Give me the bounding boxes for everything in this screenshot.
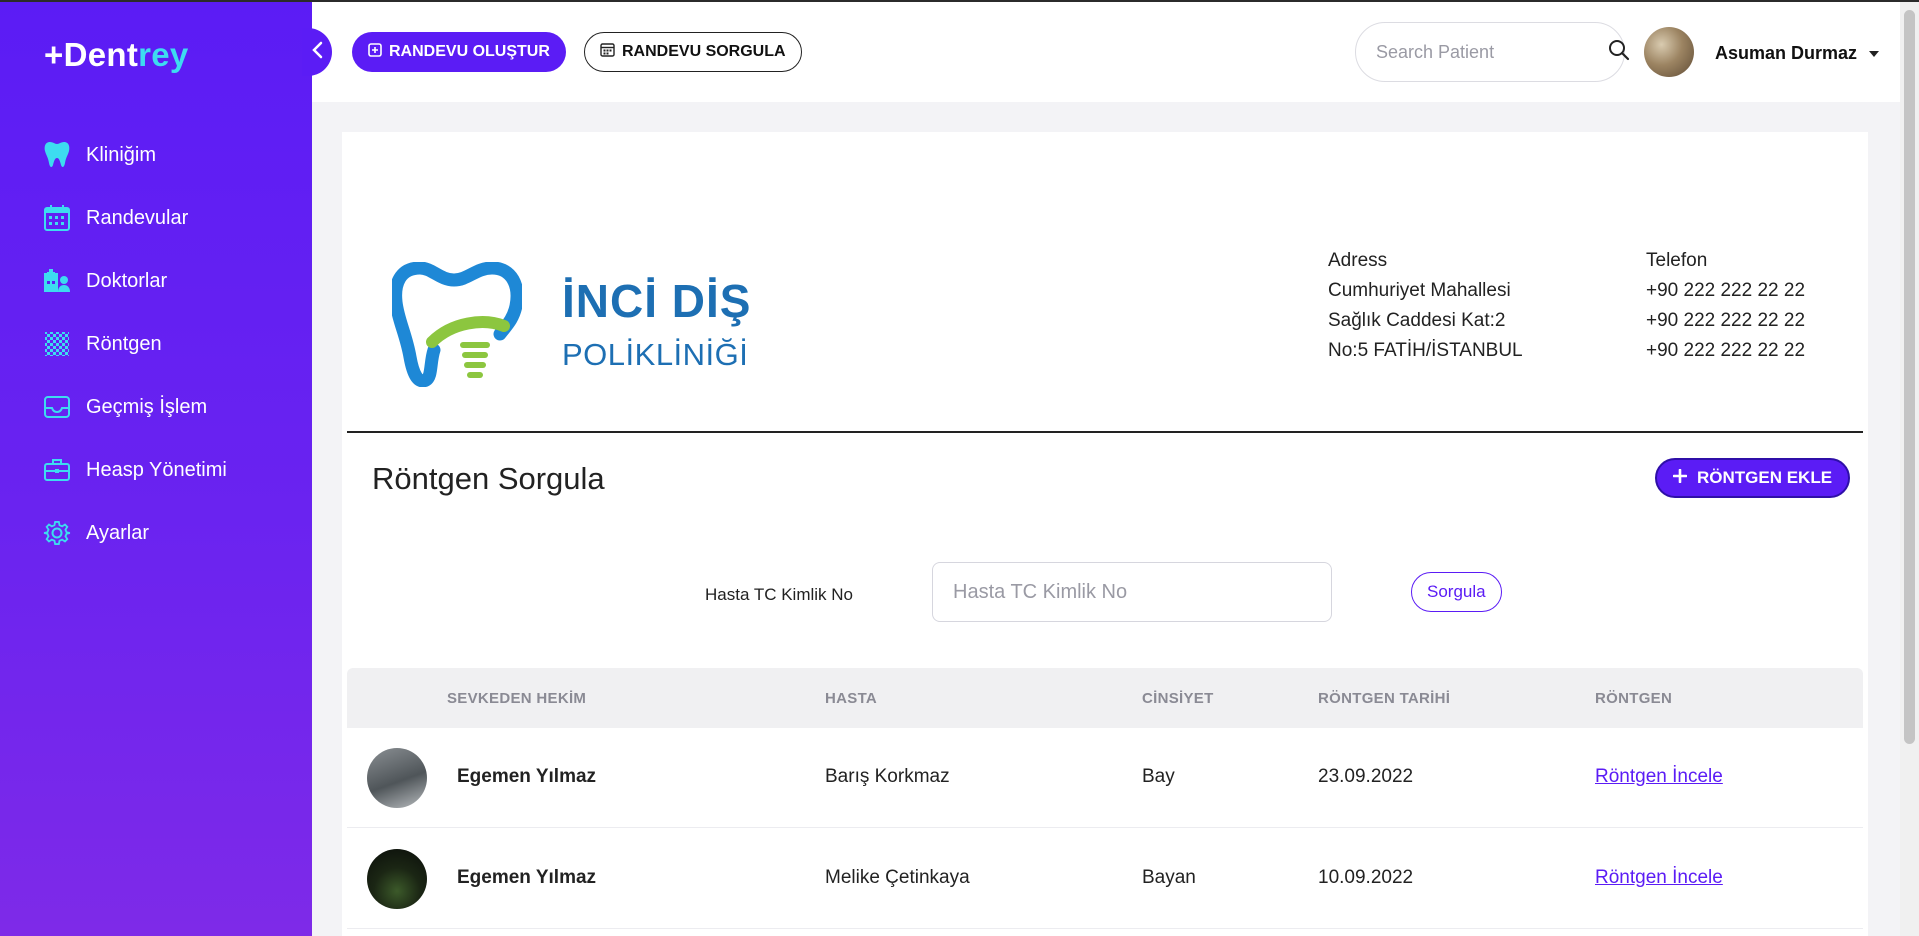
plus-square-icon: [368, 42, 382, 62]
column-header[interactable]: CİNSİYET: [1142, 690, 1214, 707]
chevron-left-icon: [311, 41, 323, 64]
create-appointment-label: RANDEVU OLUŞTUR: [389, 43, 550, 60]
xray-date: 10.09.2022: [1318, 867, 1414, 888]
address-line: Sağlık Caddesi Kat:2: [1328, 310, 1506, 331]
inbox-icon: [42, 392, 72, 422]
sidebar-item-label: Doktorlar: [86, 269, 168, 292]
sidebar-item-gecmis-islem[interactable]: Geçmiş İşlem: [42, 387, 207, 427]
sidebar-item-ayarlar[interactable]: Ayarlar: [42, 513, 149, 553]
sidebar: +Dentrey Kliniğim Randevular Doktorlar R…: [0, 0, 312, 936]
sidebar-item-hesap-yonetimi[interactable]: Heasp Yönetimi: [42, 450, 227, 490]
column-header[interactable]: RÖNTGEN: [1595, 690, 1672, 707]
doctor-avatar: [367, 748, 427, 808]
doctor-avatar: [367, 849, 427, 909]
clinic-address: Adress Cumhuriyet Mahallesi Sağlık Cadde…: [1328, 246, 1523, 366]
gear-icon: [42, 518, 72, 548]
content-card: İNCİ DİŞ POLİKLİNİĞİ Adress Cumhuriyet M…: [342, 132, 1868, 936]
calendar-icon: [42, 203, 72, 233]
column-header[interactable]: SEVKEDEN HEKİM: [447, 690, 586, 707]
sidebar-item-klinigim[interactable]: Kliniğim: [42, 135, 156, 175]
tooth-icon: [42, 140, 72, 170]
table-header: SEVKEDEN HEKİM HASTA CİNSİYET RÖNTGEN TA…: [347, 668, 1863, 728]
add-xray-label: RÖNTGEN EKLE: [1697, 468, 1833, 487]
clinic-logo: [389, 261, 524, 392]
tc-input[interactable]: [932, 562, 1332, 622]
patient-name: Barış Korkmaz: [825, 766, 950, 787]
top-border: [0, 0, 1919, 2]
user-name: Asuman Durmaz: [1715, 43, 1858, 63]
sidebar-item-rontgen[interactable]: Röntgen: [42, 324, 162, 364]
xray-date: 23.09.2022: [1318, 766, 1414, 787]
plus-icon: [1672, 468, 1688, 488]
query-appointment-label: RANDEVU SORGULA: [622, 43, 786, 60]
user-avatar[interactable]: [1644, 27, 1694, 77]
caret-down-icon: [1869, 50, 1880, 57]
search-icon[interactable]: [1608, 39, 1630, 66]
phone-number: +90 222 222 22 22: [1646, 310, 1806, 331]
clinic-phones: Telefon +90 222 222 22 22 +90 222 222 22…: [1646, 246, 1805, 366]
add-xray-button[interactable]: RÖNTGEN EKLE: [1655, 458, 1851, 498]
search-box: [1355, 22, 1630, 82]
column-header[interactable]: HASTA: [825, 690, 877, 707]
gender: Bay: [1142, 766, 1175, 787]
sidebar-item-label: Randevular: [86, 206, 189, 229]
column-header[interactable]: RÖNTGEN TARİHİ: [1318, 690, 1450, 707]
header-divider: [347, 431, 1863, 433]
app-logo[interactable]: +Dentrey: [44, 36, 189, 74]
sidebar-item-doktorlar[interactable]: Doktorlar: [42, 261, 167, 301]
sidebar-item-label: Kliniğim: [86, 143, 157, 166]
phone-label: Telefon: [1646, 250, 1708, 271]
doctor-name: Egemen Yılmaz: [457, 867, 597, 888]
gender: Bayan: [1142, 867, 1196, 888]
page-title: Röntgen Sorgula: [372, 461, 605, 496]
sidebar-item-label: Geçmiş İşlem: [86, 395, 208, 418]
create-appointment-button[interactable]: RANDEVU OLUŞTUR: [352, 32, 566, 72]
hospital-user-icon: [42, 266, 72, 296]
tc-field-label: Hasta TC Kimlik No: [705, 585, 853, 604]
query-button[interactable]: Sorgula: [1411, 572, 1502, 612]
checkerboard-icon: [42, 329, 72, 359]
scrollbar-thumb[interactable]: [1904, 10, 1915, 744]
view-xray-link[interactable]: Röntgen İncele: [1595, 867, 1723, 889]
phone-number: +90 222 222 22 22: [1646, 340, 1806, 361]
table-row: Egemen Yılmaz Melike Çetinkaya Bayan 10.…: [347, 829, 1863, 929]
query-appointment-button[interactable]: RANDEVU SORGULA: [584, 32, 802, 72]
calendar-icon: [600, 42, 615, 62]
sidebar-item-label: Röntgen: [86, 332, 162, 355]
patient-name: Melike Çetinkaya: [825, 867, 970, 888]
phone-number: +90 222 222 22 22: [1646, 280, 1806, 301]
sidebar-item-randevular[interactable]: Randevular: [42, 198, 188, 238]
view-xray-link[interactable]: Röntgen İncele: [1595, 766, 1723, 788]
briefcase-icon: [42, 455, 72, 485]
address-line: No:5 FATİH/İSTANBUL: [1328, 340, 1523, 361]
sidebar-item-label: Heasp Yönetimi: [86, 458, 227, 481]
vertical-scrollbar[interactable]: [1900, 2, 1919, 936]
address-label: Adress: [1328, 250, 1388, 271]
table-row: Egemen Yılmaz Barış Korkmaz Bay 23.09.20…: [347, 728, 1863, 828]
doctor-name: Egemen Yılmaz: [457, 766, 597, 787]
sidebar-item-label: Ayarlar: [86, 521, 149, 544]
user-menu[interactable]: Asuman Durmaz: [1715, 43, 1880, 64]
clinic-subtitle: POLİKLİNİĞİ: [562, 337, 749, 372]
search-input[interactable]: [1376, 41, 1608, 63]
clinic-name: İNCİ DİŞ: [562, 275, 752, 327]
address-line: Cumhuriyet Mahallesi: [1328, 280, 1511, 301]
